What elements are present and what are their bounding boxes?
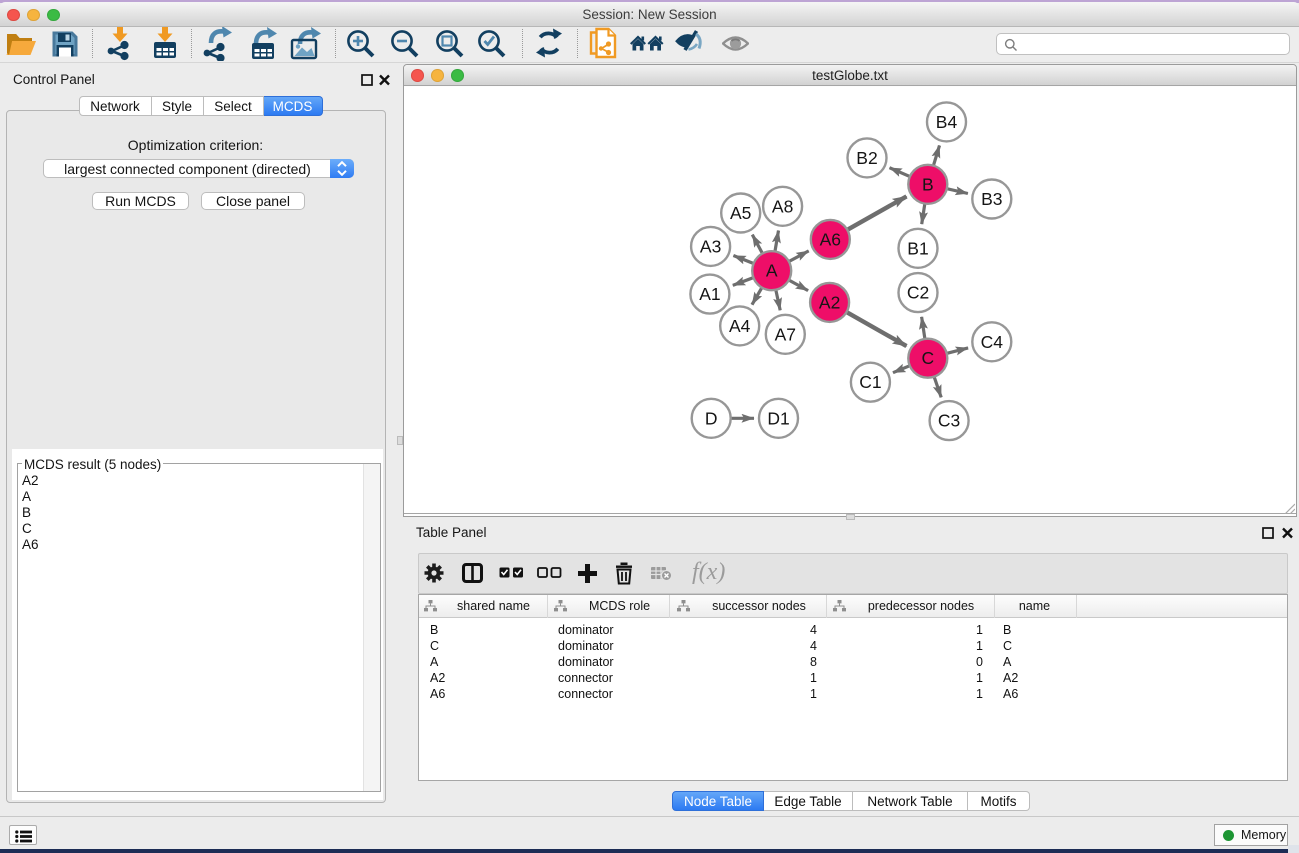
svg-text:C: C	[921, 348, 934, 368]
svg-text:D1: D1	[767, 408, 789, 428]
svg-text:A: A	[766, 261, 778, 281]
svg-text:A3: A3	[700, 236, 721, 256]
svg-text:B2: B2	[856, 148, 877, 168]
svg-text:C3: C3	[938, 411, 960, 431]
svg-text:B4: B4	[936, 112, 958, 132]
svg-text:A8: A8	[772, 196, 793, 216]
svg-text:D: D	[705, 408, 718, 428]
svg-text:B3: B3	[981, 189, 1002, 209]
svg-text:B: B	[922, 174, 934, 194]
svg-text:C1: C1	[859, 372, 881, 392]
svg-text:A4: A4	[729, 316, 751, 336]
svg-text:A2: A2	[819, 292, 840, 312]
svg-text:C4: C4	[981, 332, 1004, 352]
svg-text:B1: B1	[907, 238, 928, 258]
svg-text:A6: A6	[820, 229, 841, 249]
svg-text:A7: A7	[775, 324, 796, 344]
svg-text:C2: C2	[907, 283, 929, 303]
svg-text:A5: A5	[730, 203, 751, 223]
svg-text:A1: A1	[699, 284, 720, 304]
